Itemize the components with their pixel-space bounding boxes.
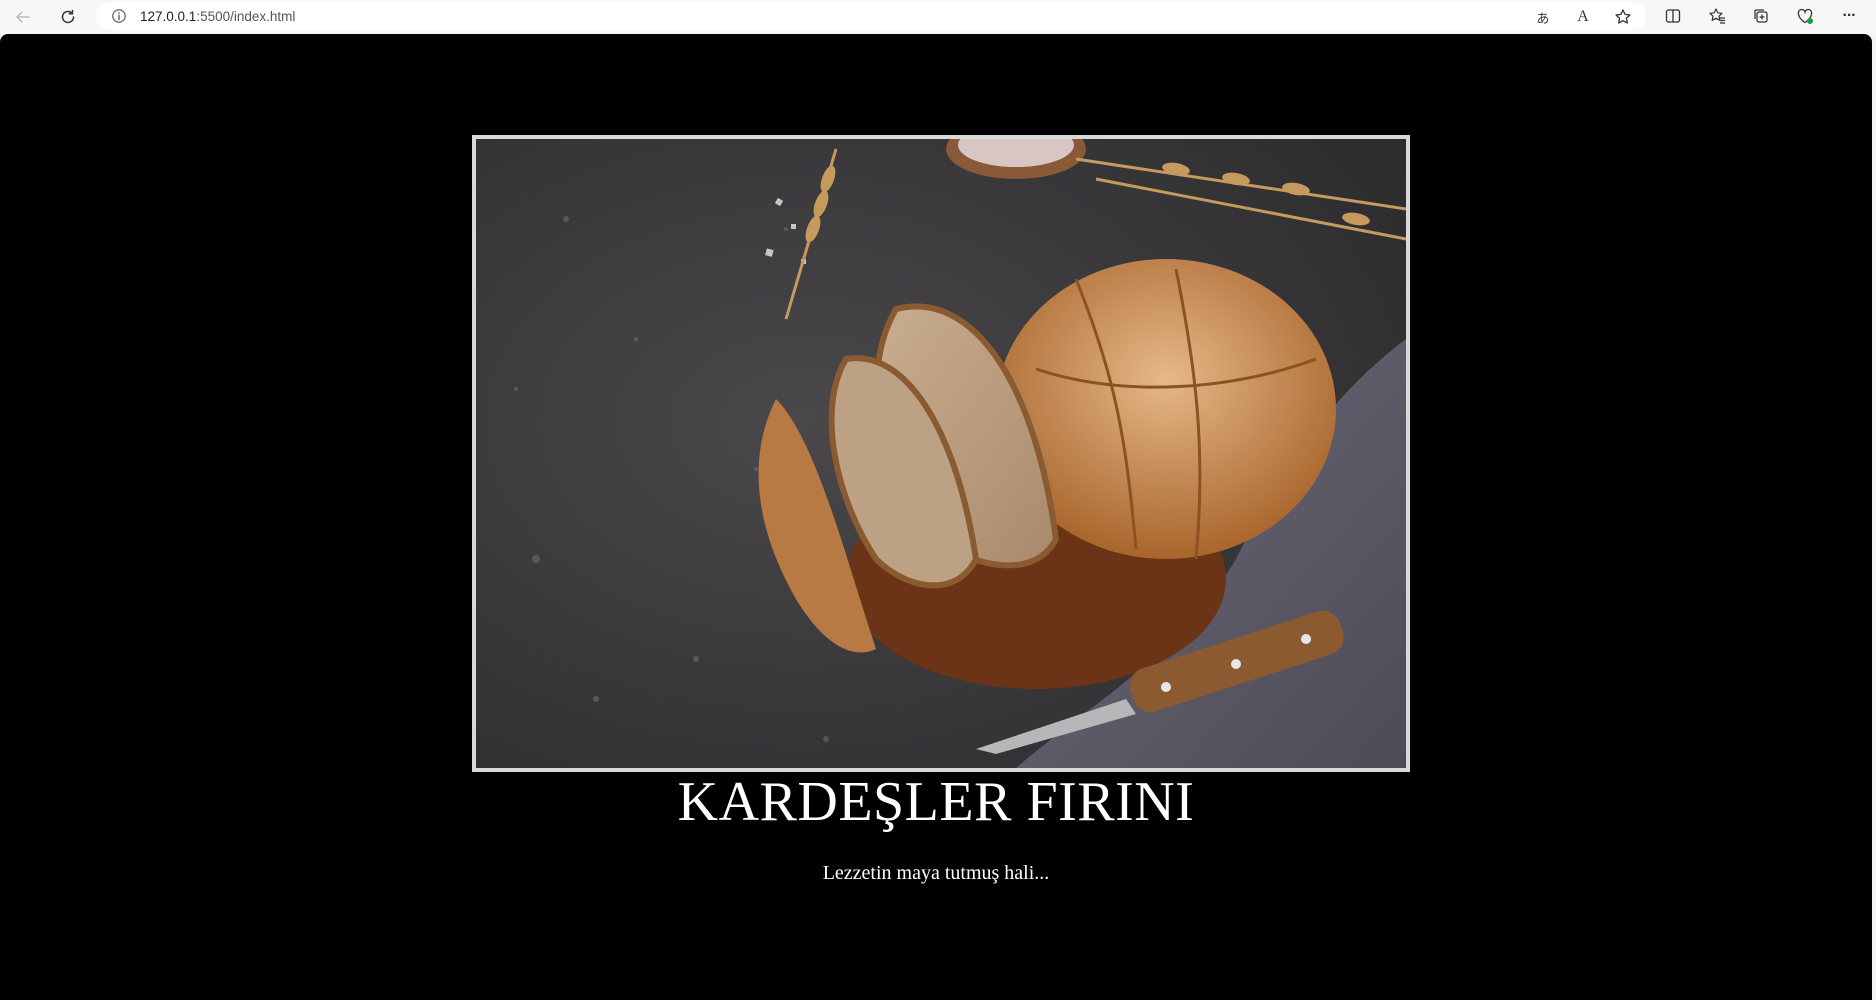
- page-tagline: Lezzetin maya tutmuş hali...: [822, 862, 1050, 884]
- read-aloud-icon[interactable]: A: [1570, 6, 1596, 28]
- more-menu-icon[interactable]: ···: [1836, 5, 1862, 27]
- page-title: KARDEŞLER FIRINI: [677, 771, 1195, 833]
- info-icon[interactable]: [110, 7, 128, 25]
- back-arrow-icon: [16, 11, 30, 23]
- bread-photo: [476, 139, 1406, 768]
- reload-button[interactable]: [54, 3, 82, 31]
- address-bar[interactable]: 127.0.0.1:5500/index.html あ A: [96, 2, 1646, 30]
- url-host: 127.0.0.1: [140, 8, 197, 24]
- more-menu-glyph: ···: [1842, 7, 1857, 24]
- favorites-icon[interactable]: [1704, 5, 1730, 27]
- back-button[interactable]: [9, 3, 37, 31]
- address-url[interactable]: 127.0.0.1:5500/index.html: [140, 9, 295, 24]
- url-path: :5500/index.html: [196, 8, 296, 24]
- browser-essentials-icon[interactable]: [1792, 5, 1818, 27]
- collections-icon[interactable]: [1748, 5, 1774, 27]
- star-icon[interactable]: [1610, 6, 1636, 28]
- window-edge: [1872, 34, 1876, 1000]
- reload-icon: [61, 9, 75, 24]
- translate-icon[interactable]: あ: [1530, 6, 1556, 28]
- read-aloud-glyph: A: [1577, 8, 1589, 25]
- split-screen-icon[interactable]: [1660, 5, 1686, 27]
- translate-glyph: あ: [1536, 10, 1550, 26]
- page-viewport: KARDEŞLER FIRINI Lezzetin maya tutmuş ha…: [0, 34, 1872, 1000]
- browser-toolbar: 127.0.0.1:5500/index.html あ A ···: [0, 0, 1876, 34]
- hero-image: [472, 135, 1410, 772]
